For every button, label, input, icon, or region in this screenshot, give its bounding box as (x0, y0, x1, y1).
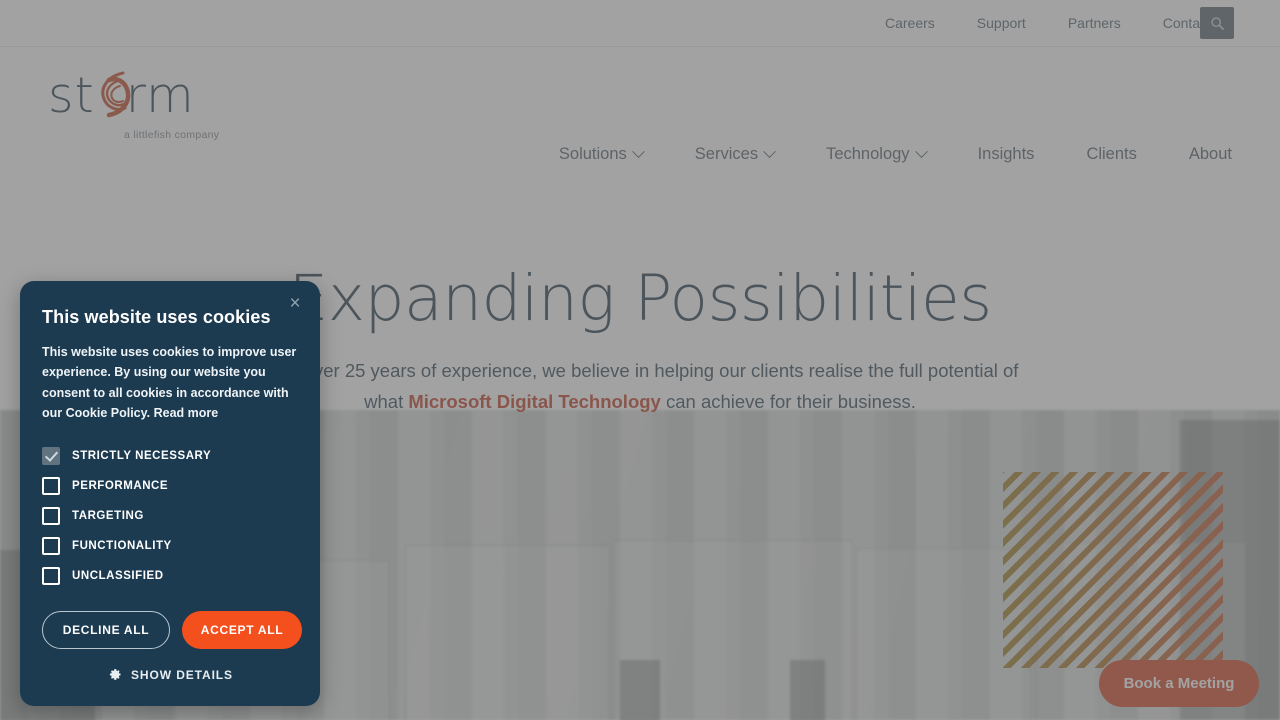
cookie-category-strictly-necessary[interactable]: STRICTLY NECESSARY (42, 441, 298, 471)
show-details-button[interactable]: SHOW DETAILS (42, 665, 298, 684)
checkbox-unclassified[interactable] (42, 567, 60, 585)
cookie-category-label: TARGETING (72, 510, 144, 522)
cookie-category-label: STRICTLY NECESSARY (72, 450, 212, 462)
cookie-category-label: FUNCTIONALITY (72, 540, 172, 552)
checkbox-performance[interactable] (42, 477, 60, 495)
cookie-category-targeting[interactable]: TARGETING (42, 501, 298, 531)
cookie-category-functionality[interactable]: FUNCTIONALITY (42, 531, 298, 561)
show-details-label: SHOW DETAILS (131, 667, 233, 682)
cookie-category-label: UNCLASSIFIED (72, 570, 164, 582)
cookie-category-unclassified[interactable]: UNCLASSIFIED (42, 561, 298, 591)
cookie-category-performance[interactable]: PERFORMANCE (42, 471, 298, 501)
cookie-consent-dialog: × This website uses cookies This website… (20, 281, 320, 706)
checkbox-functionality[interactable] (42, 537, 60, 555)
checkbox-targeting[interactable] (42, 507, 60, 525)
gear-icon (109, 669, 121, 680)
decline-all-button[interactable]: DECLINE ALL (42, 611, 170, 649)
cookie-category-list: STRICTLY NECESSARY PERFORMANCE TARGETING… (42, 441, 298, 591)
cookie-category-label: PERFORMANCE (72, 480, 169, 492)
checkbox-strictly-necessary (42, 447, 60, 465)
cookie-dialog-actions: DECLINE ALL ACCEPT ALL (42, 611, 302, 649)
close-icon[interactable]: × (284, 293, 306, 315)
cookie-dialog-body: This website uses cookies to improve use… (42, 342, 298, 423)
page-root: Expanding Possibilities With over 25 yea… (0, 0, 1280, 720)
read-more-link[interactable]: Read more (154, 406, 219, 420)
accept-all-button[interactable]: ACCEPT ALL (182, 611, 302, 649)
cookie-dialog-title: This website uses cookies (42, 307, 271, 327)
